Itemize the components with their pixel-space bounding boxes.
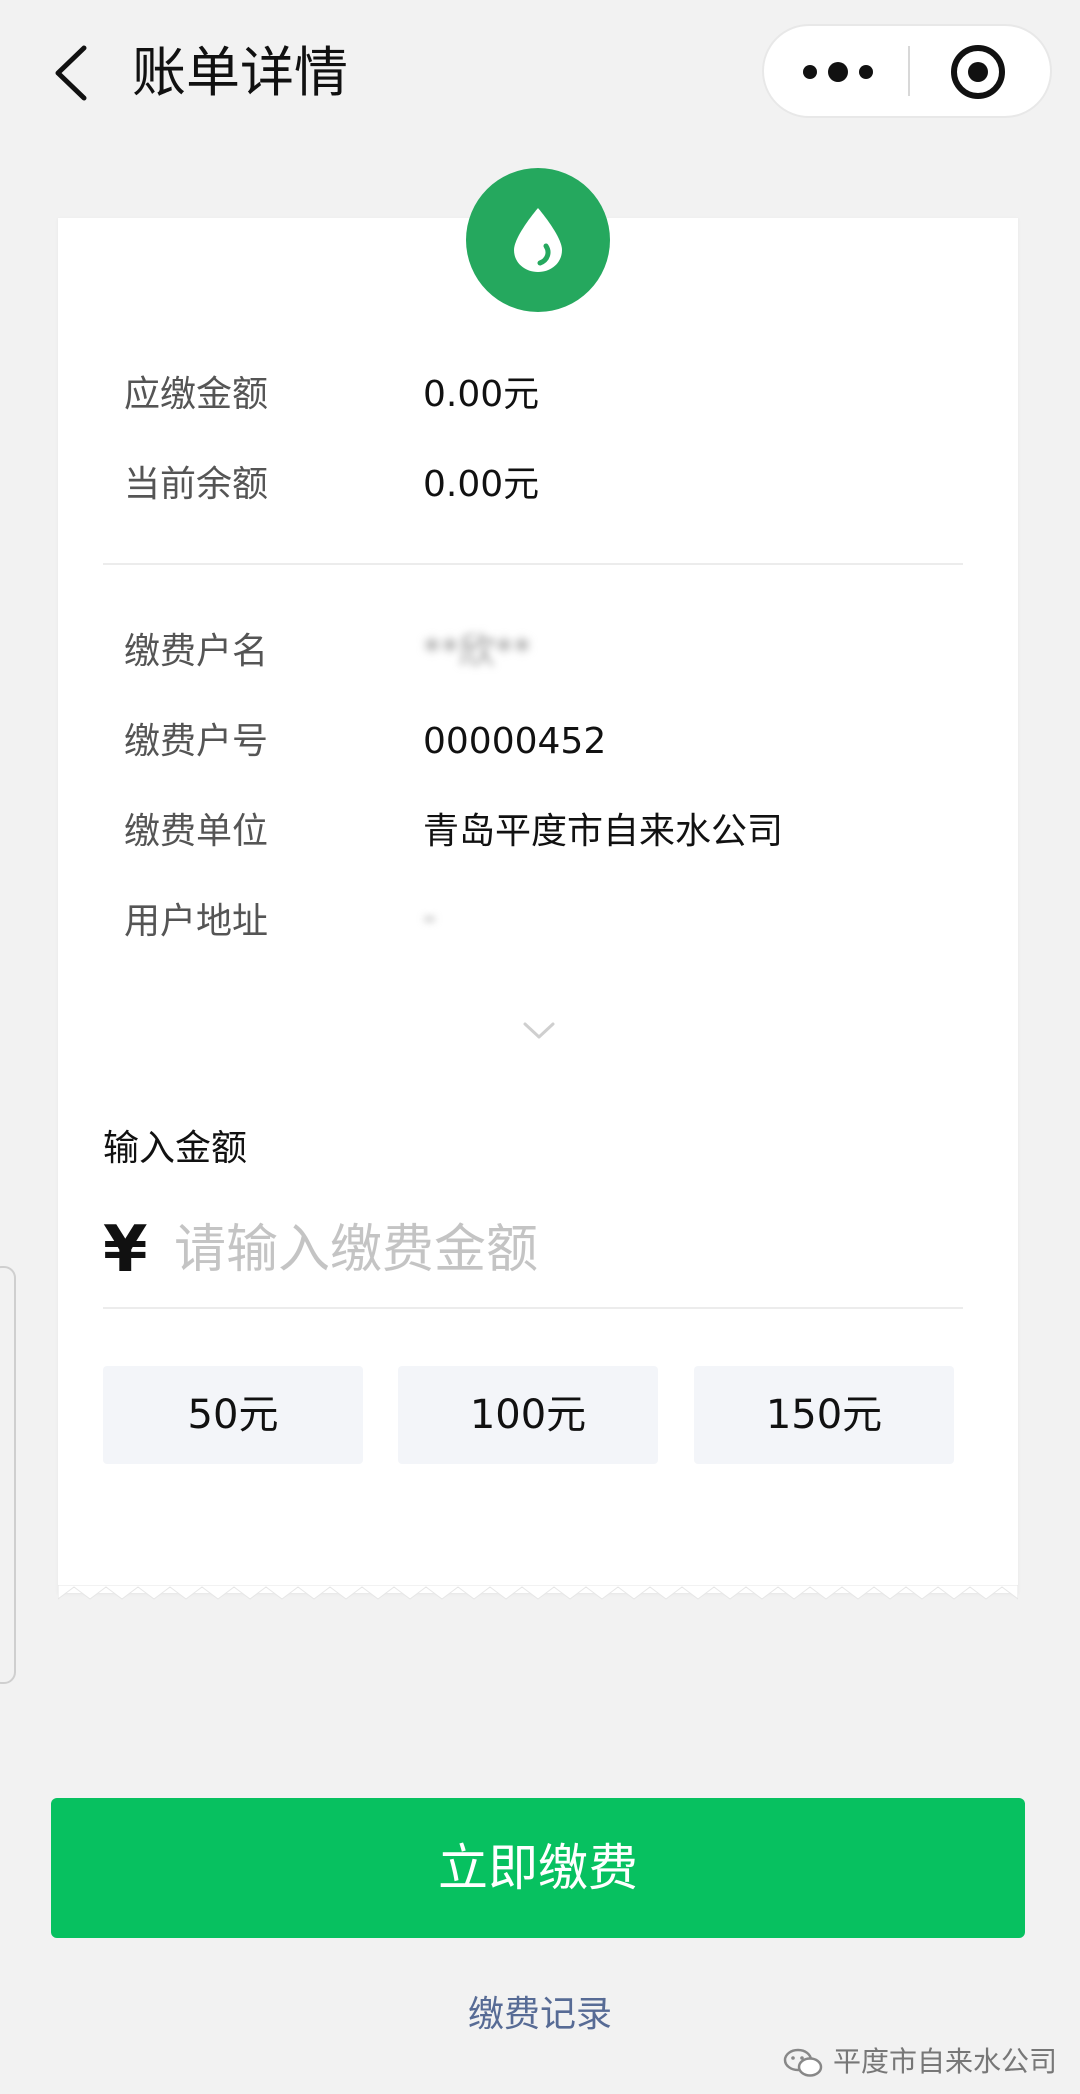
preset-amount-50[interactable]: 50元 bbox=[103, 1366, 363, 1464]
account-number-label: 缴费户号 bbox=[124, 721, 269, 762]
pay-now-button[interactable]: 立即缴费 bbox=[51, 1798, 1025, 1938]
preset-amount-150[interactable]: 150元 bbox=[694, 1366, 954, 1464]
chevron-left-icon bbox=[55, 45, 87, 101]
page-title: 账单详情 bbox=[132, 41, 348, 104]
address-value: - bbox=[423, 897, 436, 938]
amount-due-value: 0.00元 bbox=[423, 374, 540, 415]
navigation-bar: 账单详情 bbox=[0, 0, 1080, 150]
mini-program-capsule bbox=[762, 24, 1052, 118]
account-name-value: **欣** bbox=[423, 631, 532, 672]
balance-label: 当前余额 bbox=[124, 464, 269, 505]
payee-company-label: 缴费单位 bbox=[124, 811, 269, 852]
water-drop-icon bbox=[514, 208, 562, 272]
amount-input[interactable] bbox=[174, 1212, 954, 1288]
amount-input-underline bbox=[103, 1307, 963, 1309]
address-label: 用户地址 bbox=[124, 901, 269, 942]
more-dots-icon bbox=[803, 62, 873, 82]
wechat-icon bbox=[783, 2048, 823, 2077]
more-button[interactable] bbox=[764, 26, 908, 116]
payee-company-value: 青岛平度市自来水公司 bbox=[423, 811, 784, 852]
side-drawer-handle[interactable] bbox=[0, 1266, 16, 1684]
preset-amount-100[interactable]: 100元 bbox=[398, 1366, 658, 1464]
section-divider bbox=[103, 563, 963, 565]
zigzag-path bbox=[58, 1585, 1018, 1600]
account-name-label: 缴费户名 bbox=[124, 631, 269, 672]
amount-input-label: 输入金额 bbox=[103, 1128, 248, 1169]
account-number-value: 00000452 bbox=[423, 721, 607, 762]
watermark-text: 平度市自来水公司 bbox=[833, 2045, 1058, 2078]
water-drop-badge bbox=[466, 168, 610, 312]
chevron-down-icon bbox=[523, 1022, 555, 1039]
expand-details-button[interactable] bbox=[522, 1020, 556, 1046]
balance-value: 0.00元 bbox=[423, 464, 540, 505]
back-button[interactable] bbox=[44, 40, 104, 106]
yen-symbol: ¥ bbox=[103, 1213, 148, 1287]
payment-history-link[interactable]: 缴费记录 bbox=[0, 1990, 1080, 2040]
card-zigzag-edge bbox=[58, 1585, 1018, 1600]
amount-due-label: 应缴金额 bbox=[124, 374, 269, 415]
target-icon bbox=[951, 45, 1005, 99]
close-button[interactable] bbox=[910, 26, 1050, 116]
watermark: 平度市自来水公司 bbox=[783, 2042, 1057, 2082]
